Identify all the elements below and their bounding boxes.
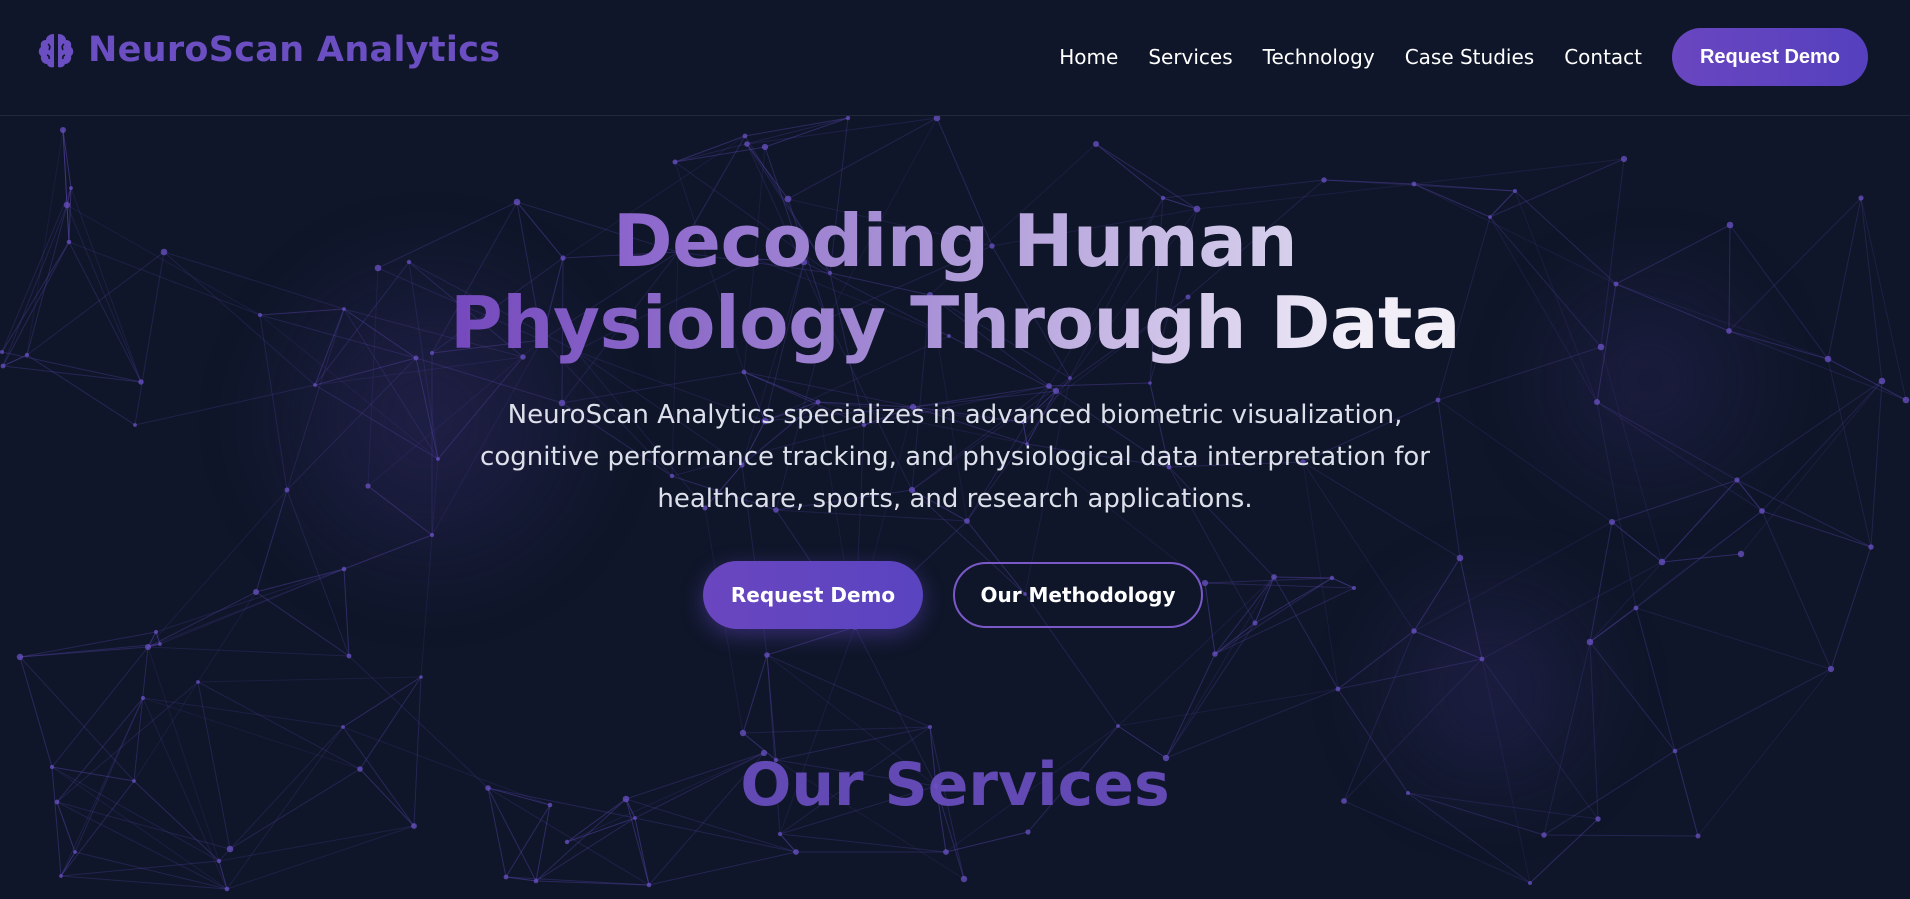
hero-title: Decoding Human Physiology Through Data: [0, 200, 1910, 364]
nav-contact[interactable]: Contact: [1564, 45, 1642, 69]
hero-title-line-1: Decoding Human: [612, 199, 1298, 283]
hero-title-line-2: Physiology Through Data: [450, 281, 1460, 365]
site-header: NeuroScan Analytics Home Services Techno…: [0, 0, 1910, 116]
hero-actions: Request Demo Our Methodology: [0, 561, 1910, 631]
brand-name: NeuroScan Analytics: [88, 30, 501, 70]
hero-description: NeuroScan Analytics specializes in advan…: [480, 400, 1430, 514]
brain-icon: [36, 30, 76, 70]
our-methodology-button[interactable]: Our Methodology: [953, 562, 1203, 628]
nav-technology[interactable]: Technology: [1263, 45, 1375, 69]
header-request-demo-button[interactable]: Request Demo: [1672, 28, 1868, 86]
main-nav: Home Services Technology Case Studies Co…: [1059, 28, 1868, 86]
hero-section: Decoding Human Physiology Through Data N…: [0, 116, 1910, 899]
page: NeuroScan Analytics Home Services Techno…: [0, 0, 1910, 899]
nav-home[interactable]: Home: [1059, 45, 1118, 69]
nav-case-studies[interactable]: Case Studies: [1405, 45, 1535, 69]
nav-services[interactable]: Services: [1148, 45, 1232, 69]
hero-request-demo-button[interactable]: Request Demo: [703, 561, 923, 629]
brand-logo-link[interactable]: NeuroScan Analytics: [36, 30, 500, 70]
